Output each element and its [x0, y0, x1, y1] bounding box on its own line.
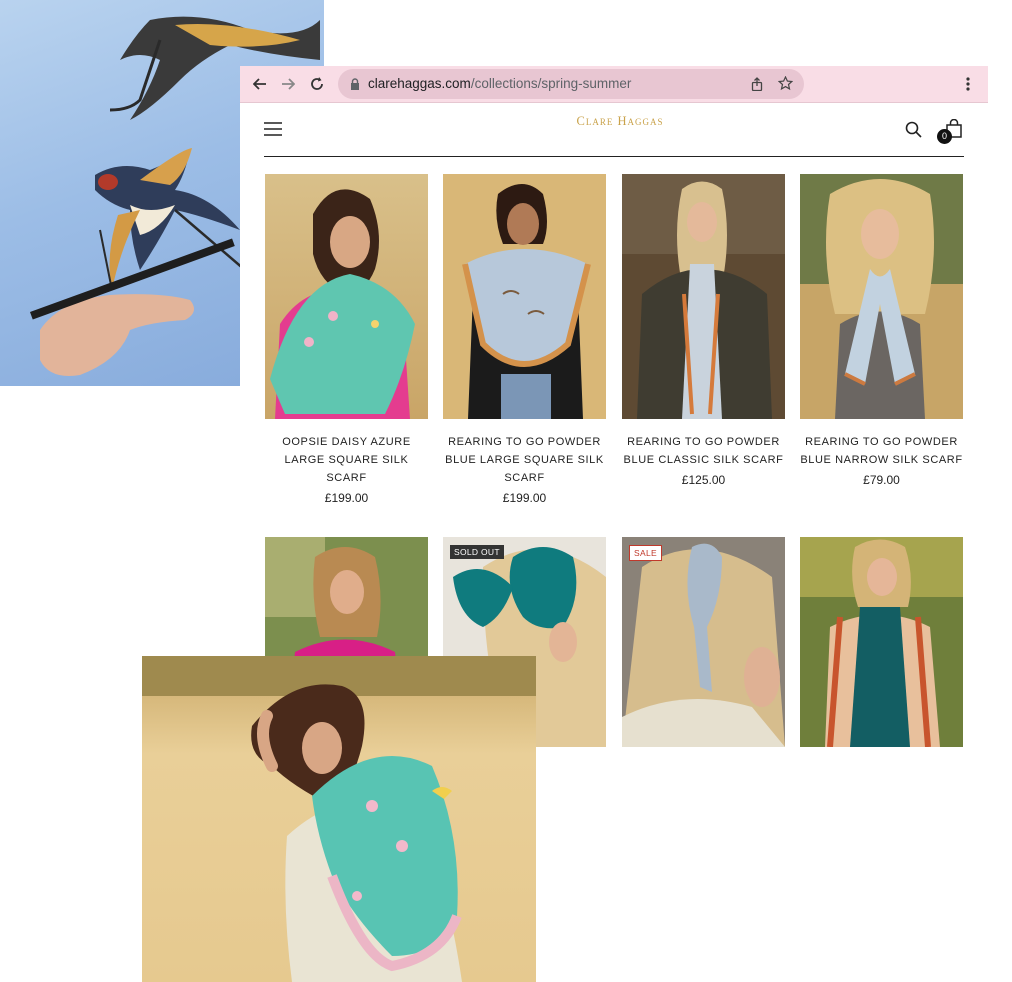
url-text: clarehaggas.com/collections/spring-summe… [368, 76, 632, 91]
product-price: £125.00 [681, 473, 726, 487]
address-bar[interactable]: clarehaggas.com/collections/spring-summe… [338, 69, 804, 99]
reload-icon [311, 77, 323, 90]
model-field-photo [142, 656, 536, 982]
forward-button[interactable] [274, 66, 302, 102]
search-icon[interactable] [905, 121, 922, 138]
sale-badge: SALE [629, 545, 662, 561]
product-image[interactable] [443, 174, 606, 419]
product-title[interactable]: REARING TO GO POWDER BLUE NARROW SILK SC… [800, 433, 963, 469]
browser-toolbar: clarehaggas.com/collections/spring-summe… [240, 66, 988, 103]
product-title[interactable]: OOPSIE DAISY AZURE LARGE SQUARE SILK SCA… [265, 433, 428, 487]
product-title[interactable]: REARING TO GO POWDER BLUE LARGE SQUARE S… [443, 433, 606, 487]
lock-icon [351, 78, 359, 90]
cart-count-badge: 0 [937, 129, 952, 144]
product-image[interactable]: SALE [622, 537, 785, 747]
browser-window: clarehaggas.com/collections/spring-summe… [240, 66, 988, 756]
forward-arrow-icon [282, 78, 295, 90]
browser-menu-button[interactable] [954, 66, 982, 102]
product-image[interactable] [800, 174, 963, 419]
product-image[interactable] [800, 537, 963, 747]
product-price: £199.00 [324, 491, 369, 505]
hamburger-menu-icon[interactable] [264, 122, 282, 136]
product-card-info: REARING TO GO POWDER BLUE NARROW SILK SC… [800, 433, 963, 489]
kebab-menu-icon [966, 77, 970, 91]
back-button[interactable] [246, 66, 274, 102]
product-card-info: OOPSIE DAISY AZURE LARGE SQUARE SILK SCA… [265, 433, 428, 507]
bookmark-star-icon[interactable] [778, 76, 793, 91]
product-price: £79.00 [863, 473, 900, 487]
back-arrow-icon [253, 78, 266, 90]
sold-out-badge: SOLD OUT [450, 545, 504, 559]
site-header: Clare Haggas [264, 102, 964, 157]
product-price: £199.00 [502, 491, 547, 505]
share-icon[interactable] [750, 77, 764, 91]
product-image[interactable] [622, 174, 785, 419]
product-card-info: REARING TO GO POWDER BLUE LARGE SQUARE S… [443, 433, 606, 507]
product-card-info: REARING TO GO POWDER BLUE CLASSIC SILK S… [622, 433, 785, 489]
site-logo[interactable]: Clare Haggas [560, 114, 680, 130]
product-image[interactable] [265, 174, 428, 419]
product-title[interactable]: REARING TO GO POWDER BLUE CLASSIC SILK S… [622, 433, 785, 469]
reload-button[interactable] [303, 66, 331, 102]
